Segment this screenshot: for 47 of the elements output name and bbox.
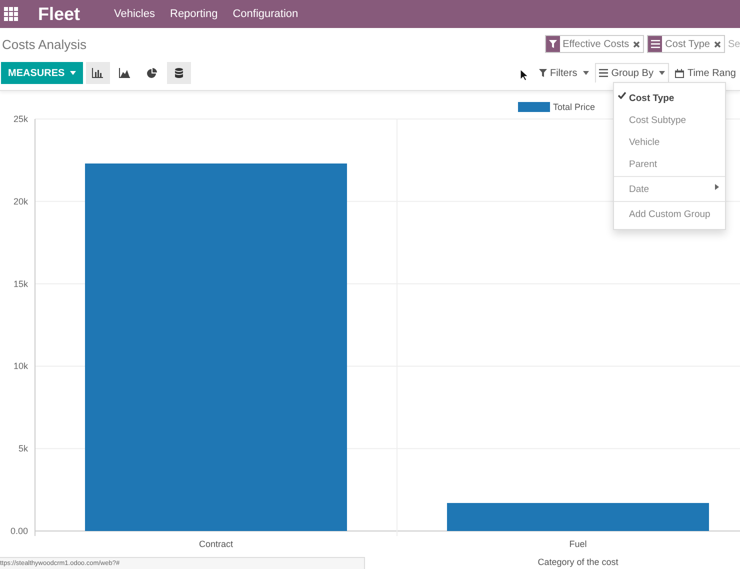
menu-item[interactable]: Configuration	[232, 8, 298, 20]
legend-swatch	[518, 102, 550, 112]
search-field[interactable]: Se	[728, 38, 740, 50]
apps-menu-icon[interactable]	[4, 7, 18, 21]
remove-icon[interactable]	[714, 40, 721, 48]
calendar-icon	[675, 68, 684, 78]
axis-tick-label: 0.00	[10, 526, 28, 536]
pie-chart-icon	[146, 68, 157, 78]
axis-tick-label: 25k	[13, 114, 28, 124]
menu-option[interactable]: Date	[614, 178, 725, 200]
axis-tick-label: 5k	[18, 444, 28, 454]
axis-tick-label: 20k	[13, 196, 28, 206]
menu-option[interactable]: Parent	[614, 153, 725, 175]
database-icon	[174, 68, 183, 78]
menu-option[interactable]: Cost Type	[614, 87, 725, 109]
filter-icon	[538, 69, 547, 77]
caret-icon	[583, 71, 590, 75]
caret-icon	[70, 71, 76, 75]
menu-item[interactable]: Vehicles	[114, 8, 155, 20]
area-chart-icon	[119, 68, 130, 78]
list-icon	[650, 40, 660, 48]
submenu-arrow-icon	[715, 184, 719, 190]
category-label: Contract	[199, 539, 233, 549]
stacked-button[interactable]	[166, 62, 191, 84]
menu-option[interactable]: Cost Subtype	[614, 109, 725, 131]
mouse-pointer-icon	[520, 69, 528, 81]
bar-chart-icon	[92, 68, 104, 78]
axis-title: Category of the cost	[538, 557, 618, 567]
list-icon	[599, 69, 608, 77]
search-facet[interactable]: Cost Type	[647, 35, 725, 53]
search-facet[interactable]: Effective Costs	[544, 35, 644, 53]
menu-option[interactable]: Add Custom Group	[614, 203, 725, 225]
menu-item[interactable]: Reporting	[170, 8, 218, 20]
menu-option[interactable]: Vehicle	[614, 131, 725, 153]
legend-label: Total Price	[553, 102, 596, 112]
groupby-button[interactable]: Group By	[595, 63, 670, 83]
page-title: Costs Analysis	[2, 36, 88, 52]
check-icon	[618, 92, 626, 99]
axis-tick-label: 10k	[13, 361, 28, 372]
remove-icon[interactable]	[633, 40, 640, 48]
category-label: Fuel	[569, 539, 587, 549]
bar-chart-button[interactable]	[86, 62, 110, 84]
filter-icon	[548, 40, 557, 48]
app-title: Fleet	[38, 4, 80, 24]
measures-button[interactable]: MEASURES	[1, 62, 83, 84]
axis-tick-label: 15k	[13, 278, 28, 289]
caret-icon	[659, 71, 666, 75]
